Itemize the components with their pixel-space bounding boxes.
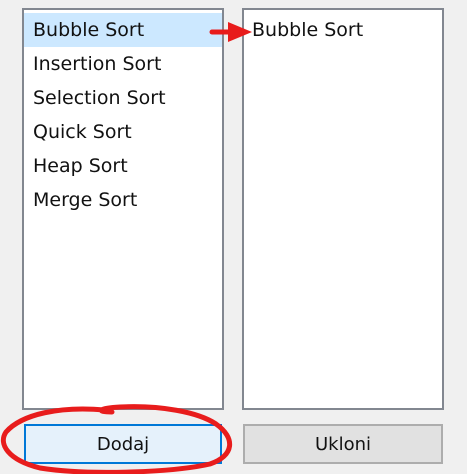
- remove-button[interactable]: Ukloni: [243, 424, 443, 464]
- list-item-quick-sort[interactable]: Quick Sort: [24, 115, 222, 149]
- available-algorithms-listbox[interactable]: Bubble Sort Insertion Sort Selection Sor…: [22, 8, 224, 410]
- list-item-merge-sort[interactable]: Merge Sort: [24, 183, 222, 217]
- list-item-selection-sort[interactable]: Selection Sort: [24, 81, 222, 115]
- list-item-bubble-sort[interactable]: Bubble Sort: [24, 13, 222, 47]
- chosen-item-bubble-sort[interactable]: Bubble Sort: [244, 13, 442, 47]
- list-item-insertion-sort[interactable]: Insertion Sort: [24, 47, 222, 81]
- add-button[interactable]: Dodaj: [24, 424, 222, 464]
- list-item-heap-sort[interactable]: Heap Sort: [24, 149, 222, 183]
- chosen-algorithms-listbox[interactable]: Bubble Sort: [242, 8, 444, 410]
